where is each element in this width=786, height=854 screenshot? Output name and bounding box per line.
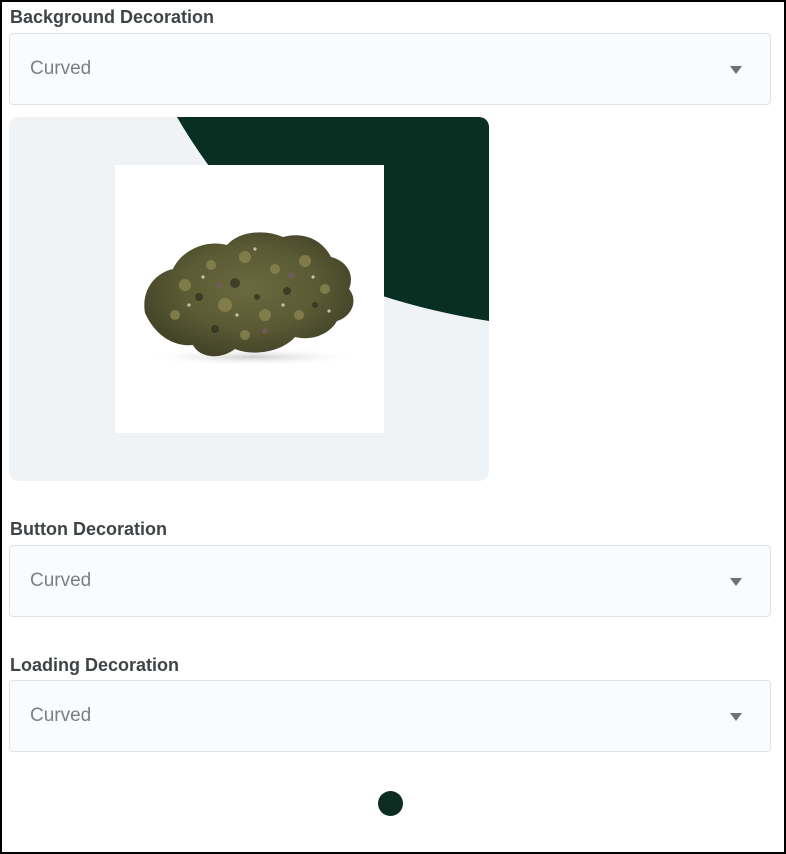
background-decoration-label: Background Decoration <box>10 7 215 27</box>
product-image <box>115 165 384 433</box>
chevron-down-icon <box>730 713 742 721</box>
button-decoration-select[interactable]: Curved <box>9 545 771 617</box>
background-decoration-value: Curved <box>30 58 92 79</box>
chevron-down-icon <box>730 66 742 74</box>
background-decoration-select[interactable]: Curved <box>9 33 771 105</box>
loading-decoration-value: Curved <box>30 705 92 726</box>
settings-panel: Background Decoration Curved Button Deco… <box>0 0 786 854</box>
decoration-preview <box>9 117 489 481</box>
button-decoration-label: Button Decoration <box>10 519 167 539</box>
loading-indicator <box>378 791 403 816</box>
loading-decoration-select[interactable]: Curved <box>9 680 771 752</box>
cannabis-flower-icon <box>143 232 363 366</box>
chevron-down-icon <box>730 578 742 586</box>
button-decoration-value: Curved <box>30 570 92 591</box>
loading-decoration-label: Loading Decoration <box>10 655 180 675</box>
